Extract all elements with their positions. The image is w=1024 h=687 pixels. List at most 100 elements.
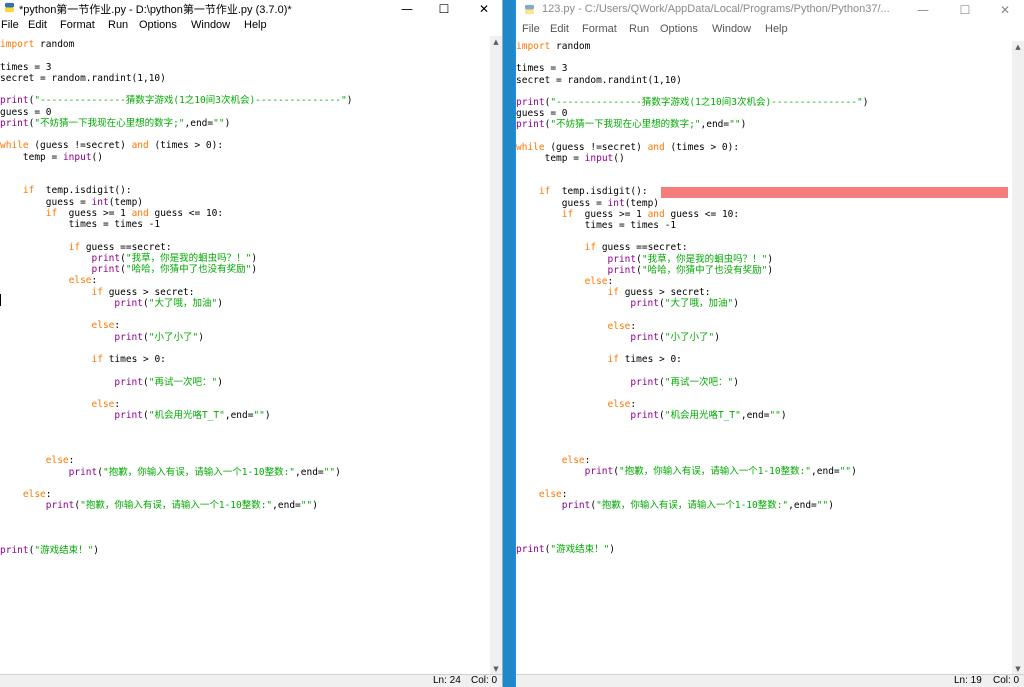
code-line: print("抱歉，你输入有误，请输入一个1-10整数:",end="") xyxy=(0,500,352,511)
menu-format[interactable]: Format xyxy=(582,23,617,35)
code-line: times = times -1 xyxy=(516,220,868,231)
code-token: else xyxy=(91,399,115,410)
code-token: "" xyxy=(213,117,225,129)
scroll-up-icon[interactable]: ▲ xyxy=(490,36,502,48)
code-token: times = times -1 xyxy=(68,219,161,230)
code-line: else: xyxy=(0,489,352,500)
code-token: ) xyxy=(714,331,720,343)
code-token: else xyxy=(22,489,46,500)
code-line: while (guess !=secret) and (times > 0): xyxy=(0,140,352,151)
code-token: "我草，你是我的蛔虫吗？！" xyxy=(641,253,768,265)
code-line: print("抱歉，你输入有误，请输入一个1-10整数:",end="") xyxy=(0,467,352,478)
code-line: if times > 0: xyxy=(0,354,352,365)
code-token: ,end= xyxy=(224,410,254,422)
code-token: "我草，你是我的蛔虫吗？！" xyxy=(125,252,252,264)
code-token: input xyxy=(584,152,614,164)
code-line: times = 3 xyxy=(516,63,868,74)
code-token: ) xyxy=(767,253,774,265)
code-token: ) xyxy=(780,410,787,422)
code-token: print xyxy=(91,252,121,264)
code-line: print("再试一次吧：") xyxy=(0,377,352,388)
code-token: guess ==secret: xyxy=(80,241,172,253)
code-token: ,end= xyxy=(272,500,301,512)
close-button[interactable]: ✕ xyxy=(988,0,1022,20)
code-token: print xyxy=(630,331,659,343)
right-vertical-scrollbar[interactable]: ▲ ▼ xyxy=(1012,41,1024,675)
code-token: print xyxy=(114,331,143,343)
menu-file[interactable]: File xyxy=(1,19,19,31)
code-token: if xyxy=(584,242,597,254)
code-line: else: xyxy=(516,455,868,466)
code-token: guess = xyxy=(45,196,92,208)
code-token: print xyxy=(91,264,121,275)
code-line: print("游戏结束！") xyxy=(516,544,868,555)
menu-window[interactable]: Window xyxy=(191,19,230,31)
code-token: int xyxy=(91,196,109,208)
code-token: "---------------猜数字游戏(1之10间3次机会)--------… xyxy=(34,95,347,107)
code-token: import xyxy=(516,41,551,52)
left-title-bar[interactable]: *python第一节作业.py - D:\python第一节作业.py (3.7… xyxy=(0,0,502,17)
code-token: "大了哦，加油" xyxy=(148,297,218,309)
code-token: if xyxy=(91,286,103,298)
menu-run[interactable]: Run xyxy=(629,23,649,35)
left-vertical-scrollbar[interactable]: ▲ ▼ xyxy=(490,36,502,675)
code-token: "不妨猜一下我现在心里想的数字;" xyxy=(550,119,701,131)
minimize-button[interactable]: — xyxy=(906,0,940,20)
maximize-button[interactable]: ☐ xyxy=(948,0,982,20)
code-token: and xyxy=(647,141,665,153)
code-line: print("抱歉，你输入有误，请输入一个1-10整数:",end="") xyxy=(516,500,868,511)
code-token: input xyxy=(62,151,92,163)
code-token: "" xyxy=(769,410,781,422)
code-token: (times > 0): xyxy=(148,140,224,152)
right-title-bar[interactable]: 123.py - C:/Users/QWork/AppData/Local/Pr… xyxy=(516,0,1024,20)
menu-edit[interactable]: Edit xyxy=(550,23,569,35)
code-token: guess > secret: xyxy=(102,286,195,298)
code-token: "抱歉，你输入有误，请输入一个1-10整数:" xyxy=(102,466,296,478)
code-token: ) xyxy=(224,117,231,129)
minimize-button[interactable]: — xyxy=(390,0,424,17)
menu-format[interactable]: Format xyxy=(60,19,95,31)
close-button[interactable]: ✕ xyxy=(467,0,501,17)
code-line: if guess > secret: xyxy=(516,287,868,298)
code-token: ) xyxy=(251,252,258,264)
code-line: print("哈哈，你猜中了也没有奖励") xyxy=(0,264,352,275)
code-token: secret = random.randint(1,10) xyxy=(516,74,682,86)
code-token: else xyxy=(561,454,585,466)
menu-file[interactable]: File xyxy=(522,23,540,35)
scroll-up-icon[interactable]: ▲ xyxy=(1012,41,1024,53)
menu-options[interactable]: Options xyxy=(139,19,177,31)
menu-window[interactable]: Window xyxy=(712,23,751,35)
code-token: ) xyxy=(851,466,857,478)
code-token: print xyxy=(114,376,143,388)
menu-options[interactable]: Options xyxy=(660,23,698,35)
code-token: (times > 0): xyxy=(664,141,740,153)
python-icon xyxy=(524,4,535,15)
code-token: else xyxy=(584,275,608,287)
menu-edit[interactable]: Edit xyxy=(28,19,47,31)
text-cursor xyxy=(0,294,1,306)
code-line: print("抱歉，你输入有误，请输入一个1-10整数:",end="") xyxy=(516,466,868,477)
maximize-button[interactable]: ☐ xyxy=(427,0,461,17)
right-status-bar: Ln: 19 Col: 0 xyxy=(516,674,1024,687)
left-code-editor[interactable]: import random times = 3 secret = random.r… xyxy=(0,36,490,675)
code-line: print("哈哈，你猜中了也没有奖励") xyxy=(516,265,868,276)
code-line: print("---------------猜数字游戏(1之10间3次机会)--… xyxy=(0,95,352,106)
menu-help[interactable]: Help xyxy=(244,19,267,31)
right-code-editor[interactable]: import random times = 3 secret = random.r… xyxy=(516,41,1012,675)
code-line: while (guess !=secret) and (times > 0): xyxy=(516,142,868,153)
menu-help[interactable]: Help xyxy=(765,23,788,35)
code-token: times = times -1 xyxy=(584,220,677,231)
code-token: if xyxy=(607,354,619,366)
code-token: ) xyxy=(264,410,271,422)
menu-run[interactable]: Run xyxy=(108,19,128,31)
code-line: else: xyxy=(516,489,868,500)
code-line: secret = random.randint(1,10) xyxy=(0,73,352,84)
code-token: ,end= xyxy=(700,119,730,131)
